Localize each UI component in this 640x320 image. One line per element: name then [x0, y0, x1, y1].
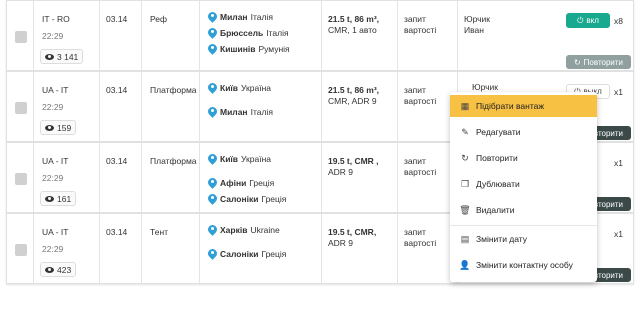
price-label: вартості — [404, 238, 437, 248]
cargo-details: CMR, 1 авто — [328, 25, 377, 35]
price-label: вартості — [404, 96, 437, 106]
location-pin-icon — [208, 249, 217, 260]
cargo-weight: 21.5 t, 86 m³, — [328, 85, 380, 95]
row-context-menu: ▦ Підібрати вантаж ✎ Редагувати ↻ Повторити… — [450, 92, 597, 282]
trash-icon: 🗑 — [459, 204, 471, 215]
time-label: 22:29 — [42, 31, 64, 41]
route-city: Кишинів Румунія — [208, 44, 290, 55]
price-label: запит — [404, 85, 426, 95]
cargo-details: ADR 9 — [328, 167, 354, 177]
date-label: 03.14 — [106, 14, 128, 24]
copy-icon: ❐ — [460, 178, 470, 189]
repeat-count: x1 — [614, 87, 623, 97]
time-label: 22:29 — [42, 244, 64, 254]
route-city: Милан Італія — [208, 12, 273, 23]
views-badge: 161 — [40, 191, 77, 206]
eye-icon — [45, 124, 54, 131]
menu-item-find-cargo[interactable]: ▦ Підібрати вантаж — [450, 95, 597, 117]
row-checkbox[interactable] — [15, 173, 27, 185]
location-pin-icon — [208, 194, 217, 205]
menu-item-delete[interactable]: 🗑 Видалити — [450, 199, 597, 221]
cargo-details: ADR 9 — [328, 238, 354, 248]
location-pin-icon — [208, 154, 217, 165]
row-checkbox[interactable] — [15, 31, 27, 43]
route-city: Салоніки Греція — [208, 249, 286, 260]
calendar-icon: ▤ — [460, 233, 470, 244]
route-city: Салоніки Греція — [208, 194, 286, 205]
route-city: Брюссель Італія — [208, 28, 289, 39]
menu-divider — [450, 225, 597, 226]
repeat-count: x1 — [614, 229, 623, 239]
route-label: UA - IT — [42, 227, 69, 237]
views-badge: 3 141 — [40, 49, 84, 64]
price-label: запит — [404, 156, 426, 166]
views-badge: 159 — [40, 120, 77, 135]
menu-item-change-date[interactable]: ▤ Змінити дату — [450, 228, 597, 250]
eye-icon — [45, 195, 54, 202]
location-pin-icon — [208, 28, 217, 39]
body-type: Тент — [150, 227, 169, 237]
refresh-icon: ↻ — [461, 152, 469, 163]
body-type: Платформа — [150, 85, 197, 95]
repeat-count: x1 — [614, 158, 623, 168]
route-label: IT - RO — [42, 14, 70, 24]
toggle-on-button[interactable]: ⏻ вкл — [566, 13, 610, 28]
cargo-weight: 19.5 t, CMR, — [328, 227, 377, 237]
row-checkbox[interactable] — [15, 102, 27, 114]
user-edit-icon: 👤 — [459, 259, 471, 270]
contact-name: Иван — [464, 25, 484, 35]
route-city: Харків Ukraine — [208, 225, 280, 236]
route-city: Афіни Греція — [208, 178, 274, 189]
route-city: Київ Україна — [208, 154, 271, 165]
menu-item-duplicate[interactable]: ❐ Дублювати — [450, 173, 597, 195]
route-city: Милан Італія — [208, 107, 273, 118]
route-label: UA - IT — [42, 85, 69, 95]
menu-item-change-contact[interactable]: 👤 Змінити контактну особу — [450, 254, 597, 276]
menu-item-repeat[interactable]: ↻ Повторити — [450, 147, 597, 169]
body-type: Платформа — [150, 156, 197, 166]
eye-icon — [45, 266, 54, 273]
repeat-button[interactable]: ↻Повторити — [566, 55, 631, 69]
table-row: IT - RO 22:29 3 141 03.14 Реф Милан Італі… — [6, 0, 634, 71]
body-type: Реф — [150, 14, 168, 24]
location-pin-icon — [208, 44, 217, 55]
date-label: 03.14 — [106, 227, 128, 237]
pencil-icon: ✎ — [461, 126, 469, 137]
refresh-icon: ↻ — [573, 57, 581, 67]
menu-item-edit[interactable]: ✎ Редагувати — [450, 121, 597, 143]
location-pin-icon — [208, 12, 217, 23]
views-badge: 423 — [40, 262, 77, 277]
truck-search-icon: ▦ — [460, 100, 470, 111]
power-icon: ⏻ — [577, 15, 584, 25]
time-label: 22:29 — [42, 102, 64, 112]
location-pin-icon — [208, 107, 217, 118]
contact-name: Юрчик — [464, 14, 491, 24]
location-pin-icon — [208, 225, 217, 236]
location-pin-icon — [208, 178, 217, 189]
price-label: вартості — [404, 167, 437, 177]
price-label: вартості — [404, 25, 437, 35]
route-label: UA - IT — [42, 156, 69, 166]
price-label: запит — [404, 227, 426, 237]
route-city: Київ Україна — [208, 83, 271, 94]
date-label: 03.14 — [106, 85, 128, 95]
cargo-weight: 21.5 t, 86 m³, — [328, 14, 380, 24]
location-pin-icon — [208, 83, 217, 94]
repeat-count: x8 — [614, 16, 623, 26]
time-label: 22:29 — [42, 173, 64, 183]
cargo-weight: 19.5 t, CMR , — [328, 156, 379, 166]
price-label: запит — [404, 14, 426, 24]
cargo-details: CMR, ADR 9 — [328, 96, 377, 106]
row-checkbox[interactable] — [15, 244, 27, 256]
date-label: 03.14 — [106, 156, 128, 166]
eye-icon — [45, 53, 54, 60]
